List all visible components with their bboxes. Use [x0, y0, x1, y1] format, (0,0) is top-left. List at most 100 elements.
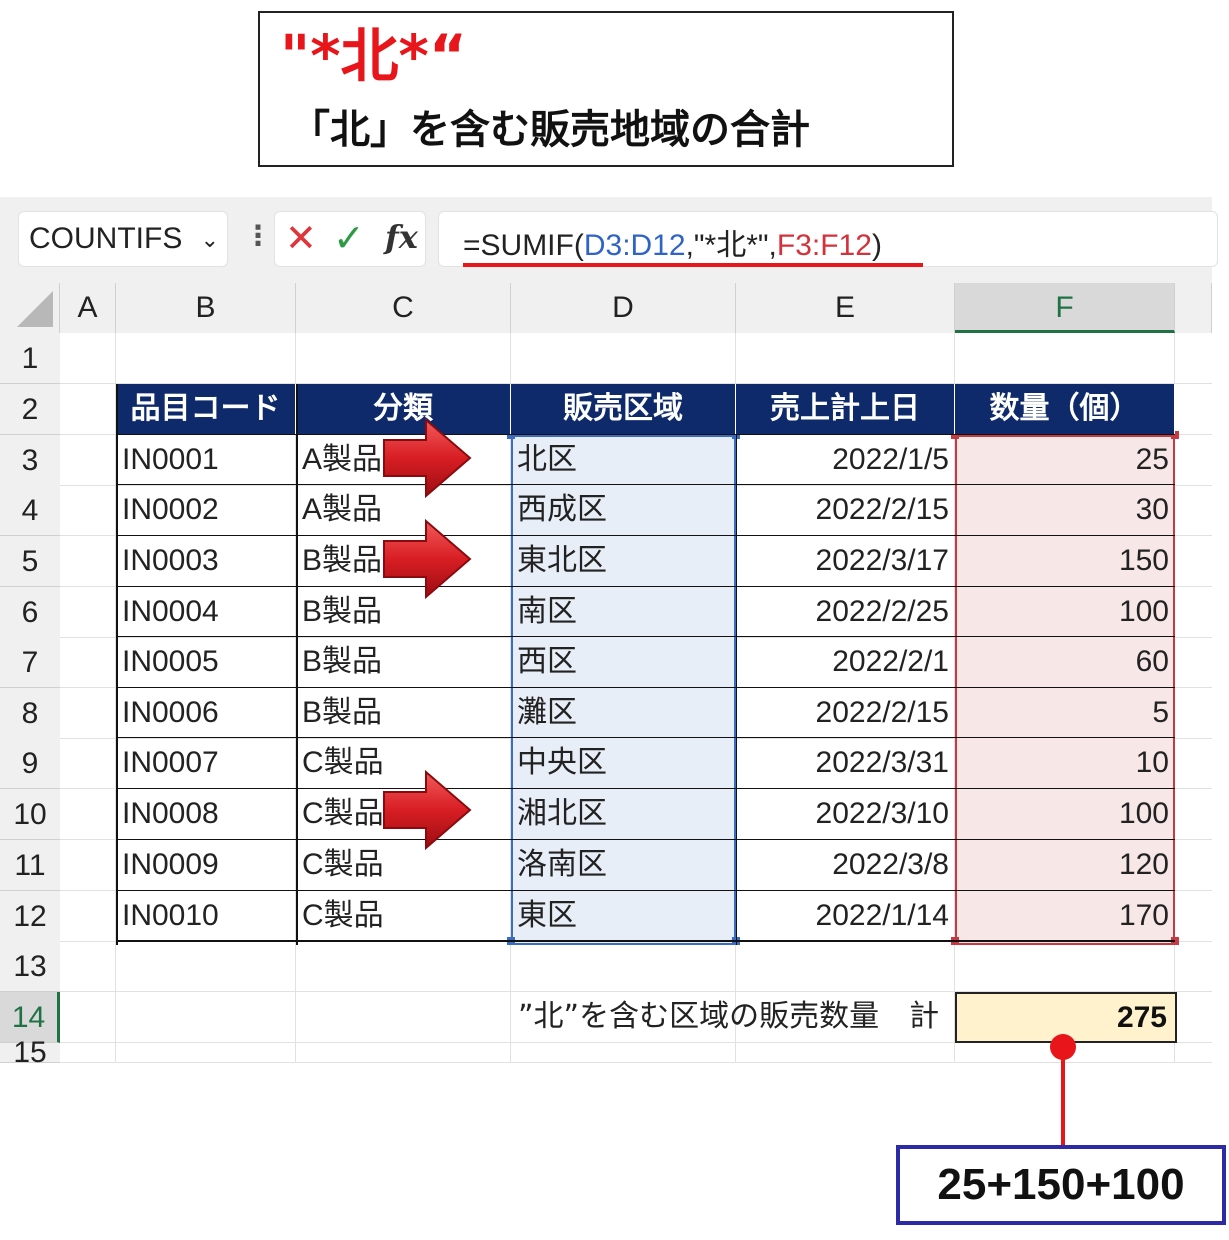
table-cell[interactable]: C製品 — [296, 891, 511, 942]
callout-description: 「北」を含む販売地域の合計 — [290, 107, 810, 153]
row-header-10[interactable]: 10 — [0, 789, 60, 840]
formula-criteria: ,"*北*", — [685, 229, 777, 262]
table-cell[interactable]: 2022/1/14 — [736, 891, 955, 942]
table-cell[interactable]: 2022/2/1 — [736, 637, 955, 688]
row-header-4[interactable]: 4 — [0, 485, 60, 536]
table-border — [116, 940, 1175, 942]
table-border — [736, 435, 737, 945]
table-cell[interactable]: 2022/3/10 — [736, 789, 955, 840]
table-cell[interactable]: 南区 — [511, 587, 736, 638]
table-cell[interactable]: 30 — [955, 485, 1175, 536]
table-border — [116, 737, 1175, 738]
table-cell[interactable]: IN0004 — [116, 587, 296, 638]
row-header-2[interactable]: 2 — [0, 384, 60, 435]
table-cell[interactable]: B製品 — [296, 637, 511, 688]
table-cell[interactable]: 2022/2/25 — [736, 587, 955, 638]
table-cell[interactable]: 60 — [955, 637, 1175, 688]
table-cell[interactable]: 東区 — [511, 891, 736, 942]
table-cell[interactable]: 中央区 — [511, 738, 736, 789]
red-arrow-icon — [383, 769, 472, 851]
column-header-extra[interactable] — [1175, 283, 1212, 333]
table-cell[interactable]: IN0008 — [116, 789, 296, 840]
table-cell[interactable]: 北区 — [511, 435, 736, 486]
table-cell[interactable]: 西成区 — [511, 485, 736, 536]
table-cell[interactable]: 150 — [955, 536, 1175, 587]
table-cell[interactable]: IN0009 — [116, 840, 296, 891]
name-box[interactable]: COUNTIFS ⌄ — [18, 211, 228, 267]
table-header-cell: 品目コード — [116, 384, 296, 435]
callout-box: "*北*“ 「北」を含む販売地域の合計 — [258, 11, 954, 167]
formula-buttons: ✕ ✓ fx — [274, 211, 426, 267]
table-cell[interactable]: 100 — [955, 789, 1175, 840]
chevron-down-icon[interactable]: ⌄ — [201, 228, 219, 253]
select-all-icon — [17, 291, 53, 327]
formula-suffix: ) — [871, 229, 882, 262]
table-cell[interactable]: IN0005 — [116, 637, 296, 688]
table-cell[interactable]: 5 — [955, 688, 1175, 739]
formula-bar: COUNTIFS ⌄ ⋮ ✕ ✓ fx =SUMIF(D3:D12,"*北*",… — [0, 197, 1218, 283]
table-border — [116, 788, 1175, 789]
table-cell[interactable]: IN0003 — [116, 536, 296, 587]
result-box: 25+150+100 — [896, 1145, 1226, 1225]
table-header-cell: 販売区域 — [511, 384, 736, 435]
select-all-corner[interactable] — [0, 283, 60, 333]
row-header-6[interactable]: 6 — [0, 587, 60, 638]
table-header-cell: 売上計上日 — [736, 384, 955, 435]
table-cell[interactable]: 2022/2/15 — [736, 485, 955, 536]
close-icon[interactable]: ✕ — [285, 216, 317, 260]
column-header-b[interactable]: B — [116, 283, 296, 333]
table-cell[interactable]: B製品 — [296, 688, 511, 739]
table-border — [116, 484, 1175, 485]
table-cell[interactable]: 西区 — [511, 637, 736, 688]
function-icon[interactable]: fx — [385, 218, 418, 256]
row-header-1[interactable]: 1 — [0, 333, 60, 384]
table-cell[interactable]: 灘区 — [511, 688, 736, 739]
table-border — [116, 586, 1175, 587]
more-options-icon[interactable]: ⋮ — [244, 219, 272, 252]
table-cell[interactable]: IN0010 — [116, 891, 296, 942]
table-cell[interactable]: 2022/3/17 — [736, 536, 955, 587]
table-header-cell: 数量（個） — [955, 384, 1175, 435]
connector-dot — [1050, 1034, 1076, 1060]
row-header-13[interactable]: 13 — [0, 941, 60, 992]
table-cell[interactable]: IN0007 — [116, 738, 296, 789]
table-cell[interactable]: IN0002 — [116, 485, 296, 536]
formula-input[interactable]: =SUMIF(D3:D12,"*北*",F3:F12) — [438, 211, 1218, 267]
table-cell[interactable]: 2022/2/15 — [736, 688, 955, 739]
table-cell[interactable]: 2022/3/8 — [736, 840, 955, 891]
table-cell[interactable]: 10 — [955, 738, 1175, 789]
column-header-a[interactable]: A — [60, 283, 116, 333]
row-header-9[interactable]: 9 — [0, 738, 60, 789]
criteria-pattern: "*北*“ — [280, 22, 467, 90]
table-cell[interactable]: IN0001 — [116, 435, 296, 486]
column-header-c[interactable]: C — [296, 283, 511, 333]
row-header-11[interactable]: 11 — [0, 840, 60, 891]
table-cell[interactable]: 2022/3/31 — [736, 738, 955, 789]
table-border — [116, 535, 1175, 536]
red-arrow-icon — [383, 417, 472, 499]
column-header-f[interactable]: F — [955, 283, 1175, 333]
check-icon[interactable]: ✓ — [333, 216, 365, 260]
connector-line — [1061, 1046, 1065, 1148]
formula-prefix: =SUMIF( — [463, 229, 584, 262]
column-header-d[interactable]: D — [511, 283, 736, 333]
table-cell[interactable]: 洛南区 — [511, 840, 736, 891]
row-header-15[interactable]: 15 — [0, 1038, 60, 1068]
table-cell[interactable]: 25 — [955, 435, 1175, 486]
formula-range-f: F3:F12 — [776, 229, 872, 262]
row-header-3[interactable]: 3 — [0, 435, 60, 486]
table-cell[interactable]: 東北区 — [511, 536, 736, 587]
row-header-7[interactable]: 7 — [0, 637, 60, 688]
table-border — [296, 384, 298, 945]
column-header-e[interactable]: E — [736, 283, 955, 333]
table-cell[interactable]: IN0006 — [116, 688, 296, 739]
table-cell[interactable]: 120 — [955, 840, 1175, 891]
row-header-5[interactable]: 5 — [0, 536, 60, 587]
row-header-8[interactable]: 8 — [0, 688, 60, 739]
table-cell[interactable]: 2022/1/5 — [736, 435, 955, 486]
table-cell[interactable]: 170 — [955, 891, 1175, 942]
table-border — [116, 890, 1175, 891]
table-cell[interactable]: 100 — [955, 587, 1175, 638]
row-header-12[interactable]: 12 — [0, 891, 60, 942]
table-cell[interactable]: 湘北区 — [511, 789, 736, 840]
